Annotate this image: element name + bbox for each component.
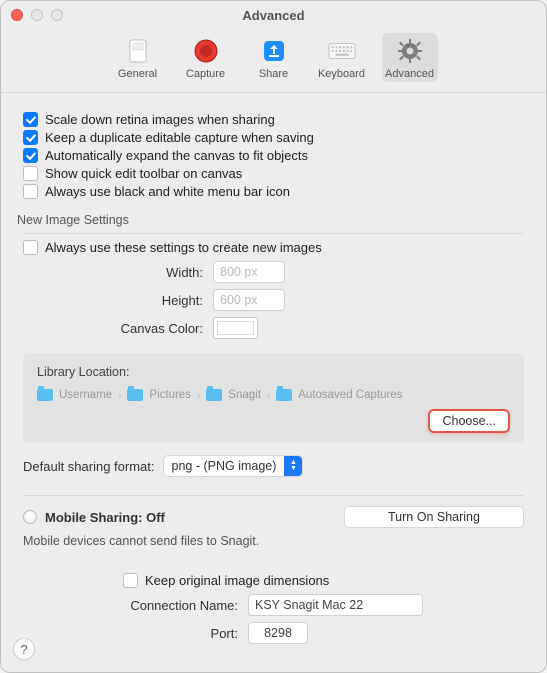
height-input[interactable]: 600 px bbox=[213, 289, 285, 311]
crumb-segment[interactable]: Pictures bbox=[149, 389, 191, 401]
checkbox-icon bbox=[23, 184, 38, 199]
mobile-left: Mobile Sharing: Off bbox=[23, 510, 165, 525]
folder-icon bbox=[276, 389, 292, 401]
preferences-window: Advanced General Capture Share Ke bbox=[0, 0, 547, 673]
checkbox-icon bbox=[23, 240, 38, 255]
tab-label: Share bbox=[259, 68, 288, 80]
width-input[interactable]: 800 px bbox=[213, 261, 285, 283]
keyboard-icon bbox=[328, 37, 356, 65]
check-quick-edit[interactable]: Show quick edit toolbar on canvas bbox=[23, 166, 524, 181]
row-connection-name: Connection Name: KSY Snagit Mac 22 bbox=[23, 594, 524, 616]
row-default-format: Default sharing format: png - (PNG image… bbox=[23, 455, 524, 477]
mobile-note: Mobile devices cannot send files to Snag… bbox=[23, 534, 524, 548]
library-title: Library Location: bbox=[37, 365, 510, 379]
crumb-segment[interactable]: Snagit bbox=[228, 389, 261, 401]
check-label: Always use these settings to create new … bbox=[45, 240, 322, 255]
port-input[interactable]: 8298 bbox=[248, 622, 308, 644]
checkbox-icon bbox=[23, 130, 38, 145]
connection-name-input[interactable]: KSY Snagit Mac 22 bbox=[248, 594, 423, 616]
folder-icon bbox=[127, 389, 143, 401]
check-label: Keep a duplicate editable capture when s… bbox=[45, 130, 314, 145]
content: Scale down retina images when sharing Ke… bbox=[1, 93, 546, 660]
checkbox-icon bbox=[23, 112, 38, 127]
tab-share[interactable]: Share bbox=[246, 33, 302, 82]
tab-general[interactable]: General bbox=[110, 33, 166, 82]
choose-button[interactable]: Choose... bbox=[428, 409, 510, 433]
select-stepper-icon: ▲▼ bbox=[284, 456, 302, 476]
gear-icon bbox=[396, 37, 424, 65]
mobile-sharing-row: Mobile Sharing: Off Turn On Sharing bbox=[23, 506, 524, 528]
window-controls bbox=[11, 9, 63, 21]
divider bbox=[23, 495, 524, 496]
minimize-icon[interactable] bbox=[31, 9, 43, 21]
check-keep-duplicate[interactable]: Keep a duplicate editable capture when s… bbox=[23, 130, 524, 145]
height-label: Height: bbox=[23, 293, 213, 308]
check-always-use[interactable]: Always use these settings to create new … bbox=[23, 240, 524, 255]
turn-on-sharing-button[interactable]: Turn On Sharing bbox=[344, 506, 524, 528]
tab-keyboard[interactable]: Keyboard bbox=[314, 33, 370, 82]
checkbox-icon bbox=[123, 573, 138, 588]
radio-icon[interactable] bbox=[23, 510, 37, 524]
toolbar: General Capture Share Keyboard Adva bbox=[1, 29, 546, 93]
crumb-segment[interactable]: Autosaved Captures bbox=[298, 389, 402, 401]
tab-label: Keyboard bbox=[318, 68, 365, 80]
check-label: Always use black and white menu bar icon bbox=[45, 184, 290, 199]
default-format-label: Default sharing format: bbox=[23, 459, 155, 474]
connection-name-label: Connection Name: bbox=[23, 598, 248, 613]
titlebar: Advanced bbox=[1, 1, 546, 29]
folder-icon bbox=[206, 389, 222, 401]
tab-label: General bbox=[118, 68, 157, 80]
chevron-right-icon: › bbox=[118, 390, 121, 401]
window-title: Advanced bbox=[242, 8, 304, 23]
check-keep-original[interactable]: Keep original image dimensions bbox=[123, 573, 524, 588]
tab-advanced[interactable]: Advanced bbox=[382, 33, 438, 82]
general-icon bbox=[124, 37, 152, 65]
check-bw-menubar[interactable]: Always use black and white menu bar icon bbox=[23, 184, 524, 199]
canvas-color-label: Canvas Color: bbox=[23, 321, 213, 336]
capture-icon bbox=[192, 37, 220, 65]
row-port: Port: 8298 bbox=[23, 622, 524, 644]
section-new-image: New Image Settings bbox=[17, 213, 524, 227]
crumb-segment[interactable]: Username bbox=[59, 389, 112, 401]
tab-capture[interactable]: Capture bbox=[178, 33, 234, 82]
breadcrumb: Username › Pictures › Snagit › Autosaved… bbox=[37, 389, 510, 401]
share-icon bbox=[260, 37, 288, 65]
divider bbox=[23, 233, 524, 234]
port-label: Port: bbox=[23, 626, 248, 641]
checkbox-icon bbox=[23, 166, 38, 181]
close-icon[interactable] bbox=[11, 9, 23, 21]
row-width: Width: 800 px bbox=[23, 261, 524, 283]
library-box: Library Location: Username › Pictures › … bbox=[23, 353, 524, 443]
check-auto-expand[interactable]: Automatically expand the canvas to fit o… bbox=[23, 148, 524, 163]
mobile-sharing-title: Mobile Sharing: Off bbox=[45, 510, 165, 525]
width-label: Width: bbox=[23, 265, 213, 280]
check-scale-down[interactable]: Scale down retina images when sharing bbox=[23, 112, 524, 127]
tab-label: Advanced bbox=[385, 68, 434, 80]
help-button[interactable]: ? bbox=[13, 638, 35, 660]
chevron-right-icon: › bbox=[267, 390, 270, 401]
check-label: Automatically expand the canvas to fit o… bbox=[45, 148, 308, 163]
canvas-color-well[interactable] bbox=[213, 317, 258, 339]
folder-icon bbox=[37, 389, 53, 401]
checkbox-icon bbox=[23, 148, 38, 163]
zoom-icon[interactable] bbox=[51, 9, 63, 21]
tab-label: Capture bbox=[186, 68, 225, 80]
check-label: Show quick edit toolbar on canvas bbox=[45, 166, 242, 181]
row-canvas-color: Canvas Color: bbox=[23, 317, 524, 339]
row-height: Height: 600 px bbox=[23, 289, 524, 311]
check-label: Keep original image dimensions bbox=[145, 573, 329, 588]
check-label: Scale down retina images when sharing bbox=[45, 112, 275, 127]
chevron-right-icon: › bbox=[197, 390, 200, 401]
select-value: png - (PNG image) bbox=[172, 459, 277, 473]
default-format-select[interactable]: png - (PNG image) ▲▼ bbox=[163, 455, 304, 477]
